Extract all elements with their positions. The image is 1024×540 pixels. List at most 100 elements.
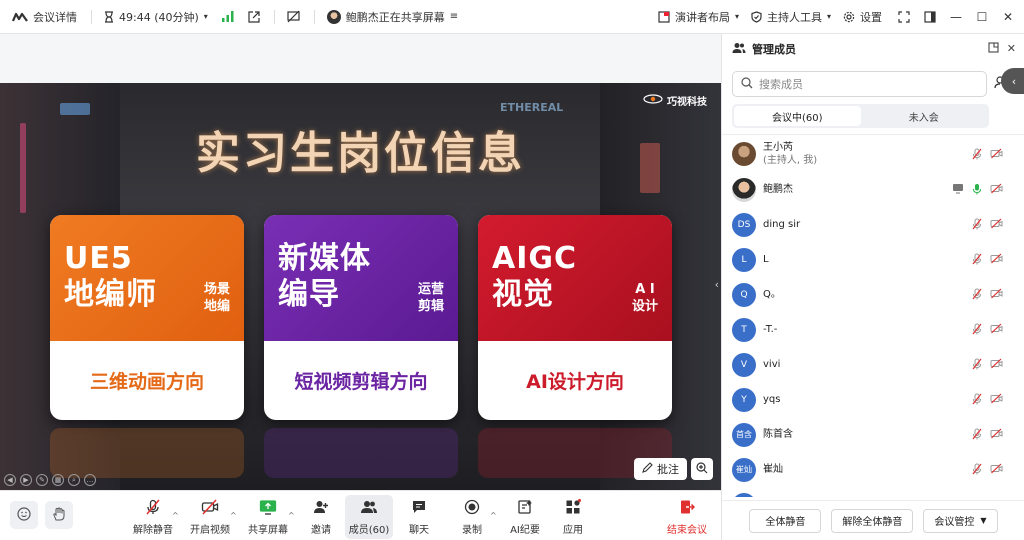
end-meeting-button[interactable]: 结束会议 [667,495,707,539]
camera-off-icon[interactable] [990,218,1003,233]
fullscreen-button[interactable] [894,7,914,27]
mic-muted-icon[interactable] [972,253,982,268]
layout-button[interactable]: 演讲者布局 ▾ [658,9,739,25]
mic-active-icon[interactable] [972,183,982,198]
screen-share-status[interactable]: 鲍鹏杰正在共享屏幕 ≡ [326,9,458,25]
member-name: 鲍鹏杰 [763,184,793,195]
close-panel-icon[interactable]: ✕ [1007,42,1016,56]
record-button[interactable]: 录制 [458,495,486,539]
tab-not-joined[interactable]: 未入会 [861,106,988,126]
invite-button[interactable]: 邀请 [306,495,336,539]
meeting-control-button[interactable]: 会议管控 ▼ [923,508,998,533]
share-screen-button[interactable]: 共享屏幕 [248,495,288,539]
settings-button[interactable]: 设置 [843,9,882,25]
close-button[interactable]: ✕ [998,7,1018,27]
mic-muted-icon[interactable] [972,358,982,373]
list-item[interactable]: L L [722,242,1024,277]
zoom-button[interactable] [691,458,713,480]
meeting-details-button[interactable]: 会议详情 [12,9,77,25]
mic-muted-icon[interactable] [972,218,982,233]
chevron-up-icon[interactable]: ^ [172,511,179,520]
chevron-up-icon[interactable]: ^ [230,511,237,520]
minimize-button[interactable]: — [946,7,966,27]
list-item[interactable]: DS ding sir [722,207,1024,242]
popout-button[interactable] [248,10,260,23]
member-status-icons [972,393,1003,408]
list-item[interactable]: 王小芮 (主持人, 我) [722,135,1024,172]
members-label: 成员(60) [348,524,390,536]
mic-muted-icon[interactable] [972,463,982,478]
grid-icon[interactable]: ▦ [52,474,64,486]
member-name: 崔灿 [763,464,783,475]
pencil-icon [642,462,653,476]
chevron-up-icon[interactable]: ^ [288,511,295,520]
shared-screen[interactable]: ETHEREAL 巧视科技 实习生岗位信息 UE5 地编师 场景 地编 三维动画方… [0,83,721,490]
members-button[interactable]: 成员(60) [345,495,393,539]
card-reflection [50,428,244,478]
logo-text: 巧视科技 [667,97,707,108]
annotate-button[interactable]: 批注 [634,458,687,480]
mic-muted-icon[interactable] [972,148,982,163]
card-side-line1: A I [635,282,655,297]
unmute-button[interactable]: 解除静音 [133,495,173,539]
emoji-reaction-button[interactable] [10,501,38,529]
mic-muted-icon[interactable] [972,428,982,443]
pen-icon[interactable]: ✎ [36,474,48,486]
camera-off-icon[interactable] [990,148,1003,163]
record-label: 录制 [462,524,482,536]
chevron-left-icon: ‹ [1011,74,1017,88]
chevron-left-icon[interactable]: ‹ [715,278,719,291]
prev-slide-icon[interactable]: ◀ [4,474,16,486]
camera-off-icon[interactable] [990,428,1003,443]
mic-muted-icon[interactable] [972,288,982,303]
slide-controls: ◀ ▶ ✎ ▦ ⌕ … [4,474,96,486]
layout-label: 演讲者布局 [674,10,730,24]
sidebar-toggle-button[interactable] [920,7,940,27]
timer-text: 49:44 (40分钟) [119,10,199,24]
member-tabs: 会议中(60) 未入会 [732,104,989,128]
slide-logo: 巧视科技 [643,93,707,108]
collapse-panel-tab[interactable]: ‹ [1001,68,1024,94]
chat-button[interactable]: 聊天 [404,495,434,539]
tab-in-meeting[interactable]: 会议中(60) [734,106,861,126]
camera-off-icon[interactable] [990,183,1003,198]
list-item[interactable]: 鲍鹏杰 [722,172,1024,207]
popout-panel-icon[interactable] [988,42,999,56]
zoom-in-icon [696,461,708,477]
camera-off-icon[interactable] [990,463,1003,478]
list-item-partial[interactable] [722,487,1024,497]
list-item[interactable]: T -T.- [722,312,1024,347]
camera-off-icon[interactable] [990,393,1003,408]
maximize-button[interactable]: ☐ [972,7,992,27]
member-status-icons [952,183,1003,198]
search-input[interactable] [759,77,969,91]
more-icon[interactable]: … [84,474,96,486]
mic-muted-icon[interactable] [972,393,982,408]
start-video-button[interactable]: 开启视频 [190,495,230,539]
ai-minutes-button[interactable]: AI纪要 [508,495,542,539]
chevron-down-icon: ▼ [980,516,987,525]
unmute-all-button[interactable]: 解除全体静音 [831,508,914,533]
mic-muted-icon[interactable] [972,323,982,338]
share-control-button[interactable] [287,10,300,23]
next-slide-icon[interactable]: ▶ [20,474,32,486]
raise-hand-button[interactable] [45,501,73,529]
camera-off-icon[interactable] [990,288,1003,303]
network-signal[interactable] [221,11,234,22]
meeting-timer[interactable]: 49:44 (40分钟) ▾ [104,9,208,25]
list-item[interactable]: 首含 陈首含 [722,417,1024,452]
member-search[interactable] [732,71,987,97]
card-direction: 三维动画方向 [89,371,204,393]
camera-off-icon[interactable] [990,253,1003,268]
list-item[interactable]: V vivi [722,347,1024,382]
camera-off-icon[interactable] [990,358,1003,373]
chevron-up-icon[interactable]: ^ [490,511,497,520]
apps-button[interactable]: 应用 [560,495,586,539]
list-item[interactable]: Y yqs [722,382,1024,417]
list-item[interactable]: 崔灿 崔灿 [722,452,1024,487]
host-tools-button[interactable]: 主持人工具 ▾ [751,9,831,25]
magnify-icon[interactable]: ⌕ [68,474,80,486]
camera-off-icon[interactable] [990,323,1003,338]
mute-all-button[interactable]: 全体静音 [749,508,822,533]
list-item[interactable]: Q Q。 [722,277,1024,312]
